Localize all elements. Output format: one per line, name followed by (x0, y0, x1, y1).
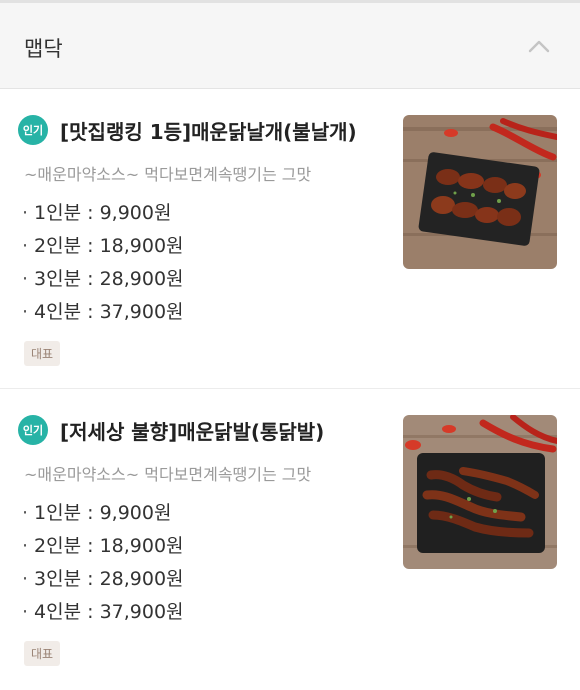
title-row: 인기 [저세상 불향]매운닭발(통닭발) (18, 415, 324, 445)
section-header[interactable]: 맵닥 (0, 3, 580, 89)
signature-tag: 대표 (24, 641, 61, 666)
menu-item-feet[interactable]: 인기 [저세상 불향]매운닭발(통닭발) ~매운마약소스~ 먹다보면계속땡기는 … (0, 389, 580, 689)
price-option: 1인분 : 9,900원 (22, 197, 184, 230)
price-option: 4인분 : 37,900원 (22, 596, 184, 629)
price-option: 3인분 : 28,900원 (22, 563, 184, 596)
price-option: 2인분 : 18,900원 (22, 530, 184, 563)
menu-item-title: [저세상 불향]매운닭발(통닭발) (60, 419, 325, 444)
price-option: 3인분 : 28,900원 (22, 263, 184, 296)
menu-item-description: ~매운마약소스~ 먹다보면계속땡기는 그맛 (24, 165, 312, 184)
popular-badge: 인기 (18, 115, 48, 145)
menu-item-wings[interactable]: 인기 [맛집랭킹 1등]매운닭날개(불날개) ~매운마약소스~ 먹다보면계속땡기… (0, 89, 580, 389)
popular-badge: 인기 (18, 415, 48, 445)
price-option: 1인분 : 9,900원 (22, 497, 184, 530)
menu-item-image[interactable] (403, 415, 557, 569)
section-title: 맵닥 (24, 37, 63, 61)
price-option: 2인분 : 18,900원 (22, 230, 184, 263)
menu-item-image[interactable] (403, 115, 557, 269)
menu-item-description: ~매운마약소스~ 먹다보면계속땡기는 그맛 (24, 465, 312, 484)
menu-item-title: [맛집랭킹 1등]매운닭날개(불날개) (60, 119, 357, 144)
chevron-up-icon[interactable] (528, 39, 550, 53)
price-list: 1인분 : 9,900원 2인분 : 18,900원 3인분 : 28,900원… (22, 197, 184, 329)
title-row: 인기 [맛집랭킹 1등]매운닭날개(불날개) (18, 115, 357, 145)
price-list: 1인분 : 9,900원 2인분 : 18,900원 3인분 : 28,900원… (22, 497, 184, 629)
signature-tag: 대표 (24, 341, 61, 366)
price-option: 4인분 : 37,900원 (22, 296, 184, 329)
